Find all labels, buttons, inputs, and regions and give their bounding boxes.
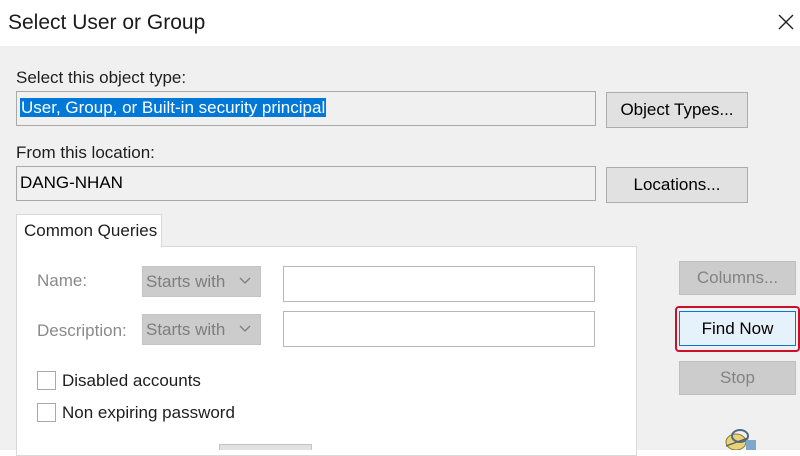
tab-common-queries[interactable]: Common Queries	[16, 214, 162, 247]
disabled-accounts-label: Disabled accounts	[62, 371, 201, 390]
name-mode-value: Starts with	[146, 272, 226, 291]
description-input[interactable]	[283, 311, 595, 347]
disabled-accounts-checkbox[interactable]	[37, 371, 56, 390]
chevron-down-icon	[239, 277, 251, 284]
non-expiring-password-checkbox[interactable]	[37, 403, 56, 422]
location-value: DANG-NHAN	[20, 173, 123, 192]
non-expiring-password-label: Non expiring password	[62, 403, 235, 422]
description-label: Description:	[37, 321, 127, 340]
object-type-value: User, Group, or Built-in security princi…	[20, 98, 327, 117]
name-label: Name:	[37, 271, 88, 290]
close-button[interactable]	[776, 8, 800, 32]
window-title: Select User or Group	[8, 11, 206, 34]
location-label: From this location:	[16, 143, 155, 162]
search-users-icon	[718, 428, 758, 451]
days-select-partial[interactable]	[219, 444, 312, 450]
description-mode-select[interactable]: Starts with	[142, 314, 261, 345]
columns-button[interactable]: Columns...	[679, 261, 796, 295]
object-type-label: Select this object type:	[16, 68, 187, 87]
tab-common-queries-label: Common Queries	[24, 221, 158, 240]
close-icon	[778, 14, 794, 30]
object-types-button[interactable]: Object Types...	[606, 92, 748, 128]
find-now-button[interactable]: Find Now	[679, 311, 796, 346]
name-mode-select[interactable]: Starts with	[142, 266, 261, 297]
chevron-down-icon	[239, 325, 251, 332]
locations-button[interactable]: Locations...	[606, 167, 748, 203]
object-type-field[interactable]: User, Group, or Built-in security princi…	[16, 91, 596, 126]
name-input[interactable]	[283, 266, 595, 302]
stop-button[interactable]: Stop	[679, 361, 796, 395]
description-mode-value: Starts with	[146, 320, 226, 339]
location-field[interactable]: DANG-NHAN	[16, 166, 596, 201]
